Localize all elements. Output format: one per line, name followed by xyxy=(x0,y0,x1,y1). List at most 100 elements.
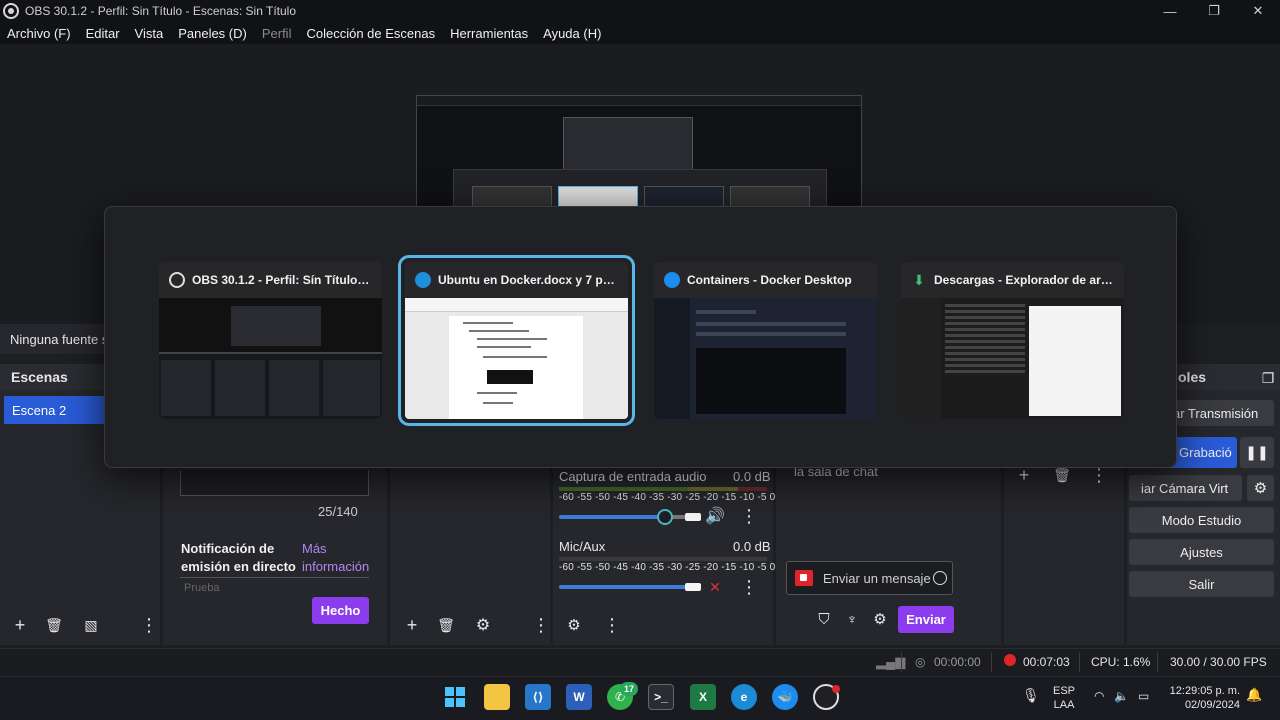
download-icon: ⬇ xyxy=(913,272,925,288)
docker-taskbar-icon[interactable]: 🐳 xyxy=(772,684,798,710)
switcher-window-title: Containers - Docker Desktop xyxy=(687,273,852,287)
studio-mode-button[interactable]: Modo Estudio xyxy=(1129,507,1274,533)
switcher-window-title: Descargas - Explorador de archivos xyxy=(934,273,1114,287)
taskbar xyxy=(0,676,1280,720)
notification-title: Notificación de emisión en directo xyxy=(181,541,296,574)
exit-button[interactable]: Salir xyxy=(1129,571,1274,597)
language-line1: ESP xyxy=(1053,685,1076,697)
menu-editar[interactable]: Editar xyxy=(86,26,120,41)
menu-vista[interactable]: Vista xyxy=(135,26,164,41)
add-source-button[interactable]: + xyxy=(400,613,424,637)
word-icon[interactable]: W xyxy=(566,684,592,710)
notification-bell-icon[interactable]: 🔔 xyxy=(1246,688,1262,702)
volume-slider-knob[interactable] xyxy=(657,509,673,525)
menu-archivo[interactable]: Archivo (F) xyxy=(7,26,71,41)
volume-icon[interactable]: 🔈 xyxy=(1114,689,1129,703)
no-source-label: Ninguna fuente s xyxy=(0,324,110,354)
docker-icon xyxy=(664,272,680,288)
chat-gear-icon[interactable]: ⚙ xyxy=(868,607,892,631)
pause-icon[interactable]: ❚❚ xyxy=(1240,437,1274,468)
meter-ticks: -60 -55 -50 -45 -40 -35 -30 -25 -20 -15 … xyxy=(559,562,776,573)
menu-paneles[interactable]: Paneles (D) xyxy=(178,26,247,41)
menu-herramientas[interactable]: Herramientas xyxy=(450,26,528,41)
switcher-window-docker[interactable]: Containers - Docker Desktop xyxy=(654,262,877,419)
battery-icon[interactable]: ▭ xyxy=(1138,689,1149,703)
cpu-usage: CPU: 1.6% xyxy=(1091,655,1151,669)
minimize-button[interactable]: — xyxy=(1148,0,1192,22)
close-button[interactable]: ✕ xyxy=(1236,0,1280,22)
switcher-window-title: Ubuntu en Docker.docx y 7 págin... xyxy=(438,273,618,287)
mixer-settings-gear-icon[interactable]: ⚙ xyxy=(562,613,586,637)
remove-scene-button[interactable]: 🗑 xyxy=(42,613,66,637)
controls-title: oles xyxy=(1178,369,1207,385)
remove-source-button[interactable]: 🗑 xyxy=(434,613,458,637)
undock-icon[interactable]: ❐ xyxy=(1256,366,1280,390)
menu-perfil[interactable]: Perfil xyxy=(262,26,292,41)
speaker-icon[interactable]: 🔊 xyxy=(703,504,727,528)
obs-logo-icon xyxy=(3,3,19,19)
start-virtual-camera-button[interactable]: iar Cámara Virt xyxy=(1129,475,1242,501)
channel-menu-button[interactable]: ⋮ xyxy=(737,504,761,528)
volume-slider-fill[interactable] xyxy=(559,585,693,589)
title-bar: OBS 30.1.2 - Perfil: Sin Título - Escena… xyxy=(0,0,1280,22)
camera-icon xyxy=(795,570,813,586)
chat-input[interactable]: Enviar un mensaje xyxy=(786,561,953,595)
task-switcher: OBS 30.1.2 - Perfil: Sín Título - Esc...… xyxy=(104,206,1177,468)
menu-coleccion-escenas[interactable]: Colección de Escenas xyxy=(306,26,435,41)
notification-input[interactable]: Prueba xyxy=(180,577,369,595)
scene-filters-button[interactable]: ▧ xyxy=(79,613,103,637)
mixer-menu-button[interactable]: ⋮ xyxy=(600,613,624,637)
vscode-icon[interactable]: ⟨⟩ xyxy=(525,684,551,710)
terminal-icon[interactable]: >_ xyxy=(648,684,674,710)
clock-date: 02/09/2024 xyxy=(1184,699,1240,711)
switcher-window-word[interactable]: Ubuntu en Docker.docx y 7 págin... xyxy=(398,255,635,426)
audio-channel-db: 0.0 dB xyxy=(733,469,771,484)
language-indicator[interactable]: ESP LAA xyxy=(1053,684,1075,712)
status-bar xyxy=(0,648,1280,676)
obs-icon xyxy=(169,272,185,288)
wifi-icon[interactable]: ◠ xyxy=(1094,689,1104,703)
transitions-panel xyxy=(1004,468,1124,645)
add-scene-button[interactable]: + xyxy=(8,613,32,637)
switcher-window-explorer[interactable]: ⬇ Descargas - Explorador de archivos xyxy=(901,262,1124,419)
done-button[interactable]: Hecho xyxy=(312,597,369,624)
volume-slider-end xyxy=(685,513,701,521)
scenes-header: Escenas xyxy=(0,364,106,390)
stream-title-textarea[interactable] xyxy=(180,470,369,496)
more-info-link[interactable]: Más información xyxy=(302,540,377,576)
settings-button[interactable]: Ajustes xyxy=(1129,539,1274,565)
microphone-icon[interactable]: 🎙 xyxy=(1022,688,1040,702)
menu-bar: Archivo (F) Editar Vista Paneles (D) Per… xyxy=(0,22,1280,44)
stream-time: 00:00:00 xyxy=(934,655,981,669)
switcher-window-obs[interactable]: OBS 30.1.2 - Perfil: Sín Título - Esc... xyxy=(159,262,382,419)
volume-slider-end[interactable] xyxy=(685,583,701,591)
excel-icon[interactable]: X xyxy=(690,684,716,710)
volume-slider-fill[interactable] xyxy=(559,515,665,519)
chat-placeholder: Enviar un mensaje xyxy=(823,570,931,586)
muted-speaker-icon[interactable]: ✕ xyxy=(703,575,727,599)
source-menu-button[interactable]: ⋮ xyxy=(529,613,553,637)
scene-item[interactable]: Escena 2 xyxy=(4,396,105,424)
maximize-button[interactable]: ❐ xyxy=(1192,0,1236,22)
send-button[interactable]: Enviar xyxy=(898,606,954,633)
language-line2: LAA xyxy=(1053,699,1075,711)
windows-start-icon[interactable] xyxy=(442,684,468,710)
audio-meter xyxy=(559,487,767,491)
shield-icon[interactable]: ⛉ xyxy=(812,607,836,631)
menu-ayuda[interactable]: Ayuda (H) xyxy=(543,26,601,41)
file-explorer-icon[interactable] xyxy=(484,684,510,710)
edge-taskbar-icon[interactable]: e xyxy=(731,684,757,710)
scene-menu-button[interactable]: ⋮ xyxy=(137,613,161,637)
window-title: OBS 30.1.2 - Perfil: Sin Título - Escena… xyxy=(25,4,297,18)
emoji-icon[interactable] xyxy=(933,571,947,585)
source-settings-gear-icon[interactable]: ⚙ xyxy=(471,613,495,637)
whatsapp-badge: 17 xyxy=(620,682,638,696)
clock-time: 12:29:05 p. m. xyxy=(1169,685,1240,697)
clock[interactable]: 12:29:05 p. m. 02/09/2024 xyxy=(1168,684,1240,712)
meter-ticks: -60 -55 -50 -45 -40 -35 -30 -25 -20 -15 … xyxy=(559,492,776,503)
virtual-camera-gear-icon[interactable]: ⚙ xyxy=(1247,475,1274,501)
recording-indicator-icon xyxy=(832,685,840,693)
trophy-icon[interactable]: ♆ xyxy=(840,607,864,631)
recording-dot-icon xyxy=(1004,654,1016,666)
channel-menu-button[interactable]: ⋮ xyxy=(737,575,761,599)
